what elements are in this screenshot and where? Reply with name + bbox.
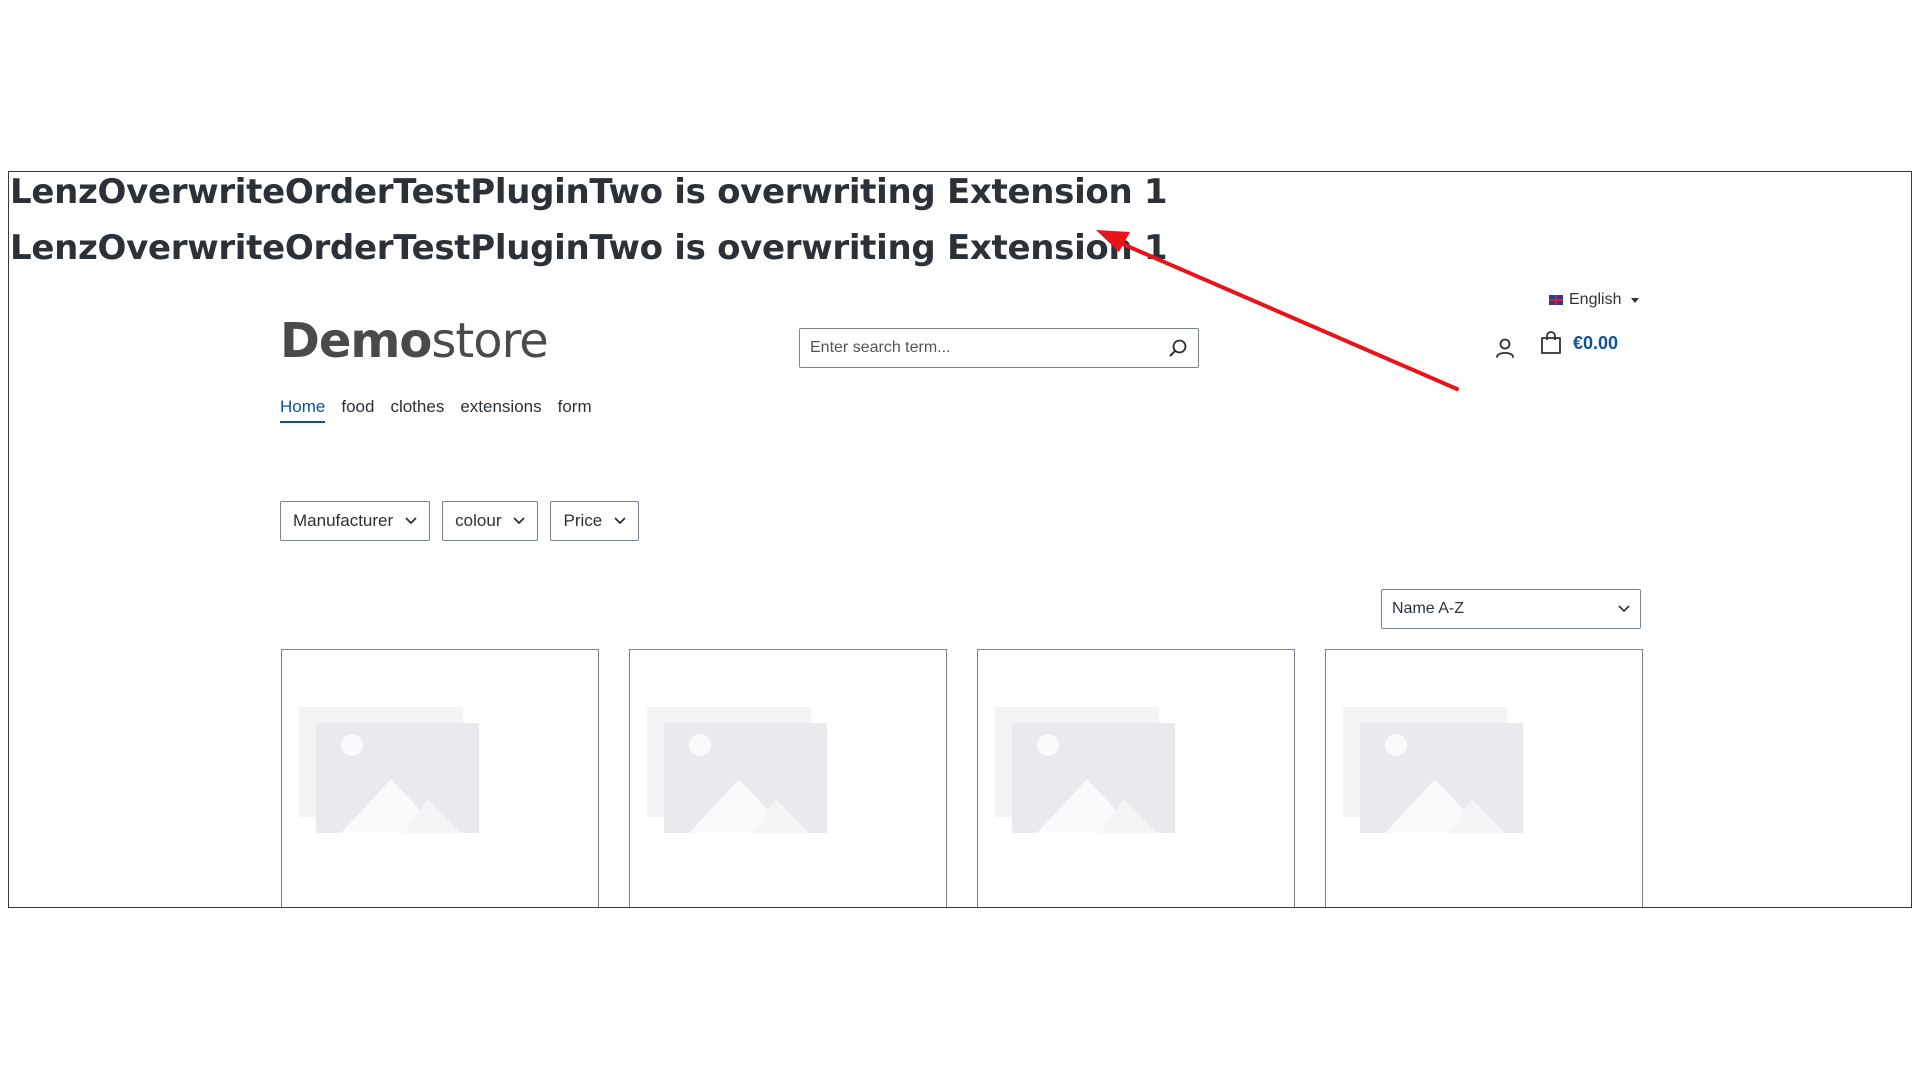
filter-label: colour	[455, 511, 502, 530]
chevron-down-icon	[513, 517, 526, 525]
nav-item-form[interactable]: form	[558, 397, 592, 423]
chevron-down-icon	[614, 517, 626, 525]
product-card[interactable]	[629, 649, 947, 907]
product-card[interactable]	[1325, 649, 1643, 907]
nav-item-home[interactable]: Home	[280, 397, 326, 423]
nav-item-extensions[interactable]: extensions	[460, 397, 541, 423]
sorting-value: Name A-Z	[1392, 600, 1465, 617]
search-box	[799, 328, 1199, 368]
cart-total: €0.00	[1573, 332, 1619, 353]
image-placeholder-icon	[1343, 707, 1523, 833]
main-navigation: Home food clothes extensions form	[280, 397, 592, 423]
logo-regular: store	[431, 313, 548, 369]
store-logo[interactable]: Demostore	[280, 313, 549, 369]
overwrite-message: LenzOverwriteOrderTestPluginTwo is overw…	[10, 172, 1168, 212]
image-placeholder-icon	[647, 707, 827, 833]
language-label: English	[1569, 291, 1622, 308]
sorting-select[interactable]: Name A-Z	[1381, 589, 1641, 629]
nav-item-food[interactable]: food	[341, 397, 374, 423]
image-placeholder-icon	[995, 707, 1175, 833]
uk-flag-icon	[1549, 295, 1563, 305]
filter-label: Manufacturer	[293, 511, 394, 530]
filter-manufacturer[interactable]: Manufacturer	[280, 501, 431, 541]
search-input[interactable]	[800, 330, 1158, 366]
filter-price[interactable]: Price	[550, 501, 640, 541]
account-button[interactable]	[1492, 335, 1518, 361]
search-button[interactable]	[1158, 329, 1198, 367]
filter-colour[interactable]: colour	[442, 501, 539, 541]
page-frame: LenzOverwriteOrderTestPluginTwo is overw…	[8, 171, 1912, 908]
chevron-down-icon	[1618, 605, 1630, 613]
product-card[interactable]	[281, 649, 599, 907]
product-card[interactable]	[977, 649, 1295, 907]
language-switcher[interactable]: English	[1549, 291, 1640, 309]
caret-down-icon	[1631, 297, 1640, 303]
cart-button[interactable]: €0.00	[1539, 331, 1618, 355]
nav-item-clothes[interactable]: clothes	[390, 397, 444, 423]
user-icon	[1496, 338, 1514, 358]
image-placeholder-icon	[299, 707, 479, 833]
logo-bold: Demo	[280, 313, 432, 369]
filter-panel: Manufacturer colour Price	[280, 501, 640, 541]
chevron-down-icon	[405, 517, 417, 525]
filter-label: Price	[563, 511, 603, 530]
overwrite-message: LenzOverwriteOrderTestPluginTwo is overw…	[10, 228, 1168, 268]
search-icon	[1169, 339, 1187, 357]
shopping-bag-icon	[1541, 331, 1561, 354]
